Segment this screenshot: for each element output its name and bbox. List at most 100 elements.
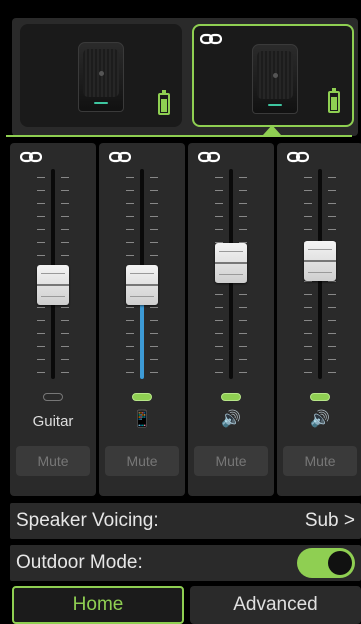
channel-strip-1: Guitar Mute <box>10 143 96 496</box>
volume-fader[interactable] <box>126 265 158 305</box>
scale-tick <box>126 203 134 204</box>
scale-tick <box>61 333 69 334</box>
scale-tick <box>328 372 336 373</box>
scale-tick <box>150 229 158 230</box>
speaker-voicing-label: Speaker Voicing: <box>16 510 159 531</box>
scale-tick <box>150 346 158 347</box>
scale-tick <box>328 281 336 282</box>
scale-tick <box>215 372 223 373</box>
scale-tick <box>304 359 312 360</box>
scale-tick <box>215 333 223 334</box>
scale-tick <box>328 177 336 178</box>
scale-tick <box>215 216 223 217</box>
signal-indicator <box>221 393 241 401</box>
scale-tick <box>150 203 158 204</box>
channel-source-icon: 📱 <box>132 411 152 428</box>
tab-home[interactable]: Home <box>12 586 184 624</box>
scale-tick <box>215 190 223 191</box>
channel-strip-3: 🔊 Mute <box>188 143 274 496</box>
signal-indicator <box>132 393 152 401</box>
speaker-card-1[interactable] <box>20 24 182 127</box>
scale-tick <box>215 359 223 360</box>
channel-strip-4: 🔊 Mute <box>277 143 361 496</box>
selected-speaker-underline <box>6 135 352 137</box>
scale-tick <box>37 320 45 321</box>
scale-tick <box>304 216 312 217</box>
mute-button[interactable]: Mute <box>283 446 357 476</box>
scale-tick <box>150 242 158 243</box>
scale-tick <box>126 333 134 334</box>
scale-tick <box>328 333 336 334</box>
volume-fader[interactable] <box>215 243 247 283</box>
scale-tick <box>37 190 45 191</box>
scale-tick <box>37 255 45 256</box>
scale-tick <box>61 242 69 243</box>
battery-icon <box>158 90 170 115</box>
outdoor-mode-row: Outdoor Mode: <box>10 545 361 581</box>
channel-source-icon: 🔊 <box>221 411 241 428</box>
scale-tick <box>126 255 134 256</box>
scale-tick <box>61 307 69 308</box>
scale-tick <box>215 320 223 321</box>
scale-tick <box>150 190 158 191</box>
scale-tick <box>304 307 312 308</box>
scale-tick <box>304 190 312 191</box>
scale-tick <box>328 346 336 347</box>
volume-fader[interactable] <box>304 241 336 281</box>
scale-tick <box>126 242 134 243</box>
scale-tick <box>304 294 312 295</box>
scale-tick <box>304 177 312 178</box>
scale-tick <box>37 177 45 178</box>
scale-tick <box>150 307 158 308</box>
link-icon[interactable] <box>287 151 309 163</box>
battery-icon <box>328 88 340 113</box>
channel-strip-2: 📱 Mute <box>99 143 185 496</box>
scale-tick <box>215 229 223 230</box>
scale-tick <box>150 177 158 178</box>
link-icon[interactable] <box>109 151 131 163</box>
scale-tick <box>215 307 223 308</box>
channel-label: Guitar <box>32 413 74 430</box>
scale-tick <box>239 177 247 178</box>
scale-tick <box>328 294 336 295</box>
speaker-voicing-value[interactable]: Sub > <box>305 510 355 532</box>
tab-advanced[interactable]: Advanced <box>190 586 361 624</box>
scale-tick <box>304 320 312 321</box>
scale-tick <box>126 307 134 308</box>
scale-tick <box>215 177 223 178</box>
signal-indicator <box>310 393 330 401</box>
scale-tick <box>37 203 45 204</box>
link-icon[interactable] <box>198 151 220 163</box>
link-icon[interactable] <box>20 151 42 163</box>
scale-tick <box>126 320 134 321</box>
scale-tick <box>150 216 158 217</box>
outdoor-mode-toggle[interactable] <box>297 548 355 578</box>
scale-tick <box>37 333 45 334</box>
scale-tick <box>328 307 336 308</box>
scale-tick <box>304 346 312 347</box>
scale-tick <box>239 216 247 217</box>
scale-tick <box>239 229 247 230</box>
scale-tick <box>239 320 247 321</box>
speaker-card-2[interactable] <box>192 24 354 127</box>
volume-fader[interactable] <box>37 265 69 305</box>
scale-tick <box>126 190 134 191</box>
scale-tick <box>37 372 45 373</box>
scale-tick <box>328 203 336 204</box>
scale-tick <box>328 229 336 230</box>
scale-tick <box>126 216 134 217</box>
scale-tick <box>37 229 45 230</box>
scale-tick <box>304 229 312 230</box>
scale-tick <box>304 281 312 282</box>
scale-tick <box>239 307 247 308</box>
scale-tick <box>61 203 69 204</box>
scale-tick <box>37 216 45 217</box>
mute-button[interactable]: Mute <box>194 446 268 476</box>
speaker-selector <box>12 18 358 136</box>
speaker-voicing-row[interactable]: Speaker Voicing: Sub > <box>10 503 361 539</box>
scale-tick <box>126 372 134 373</box>
scale-tick <box>239 333 247 334</box>
mute-button[interactable]: Mute <box>16 446 90 476</box>
signal-indicator <box>43 393 63 401</box>
mute-button[interactable]: Mute <box>105 446 179 476</box>
